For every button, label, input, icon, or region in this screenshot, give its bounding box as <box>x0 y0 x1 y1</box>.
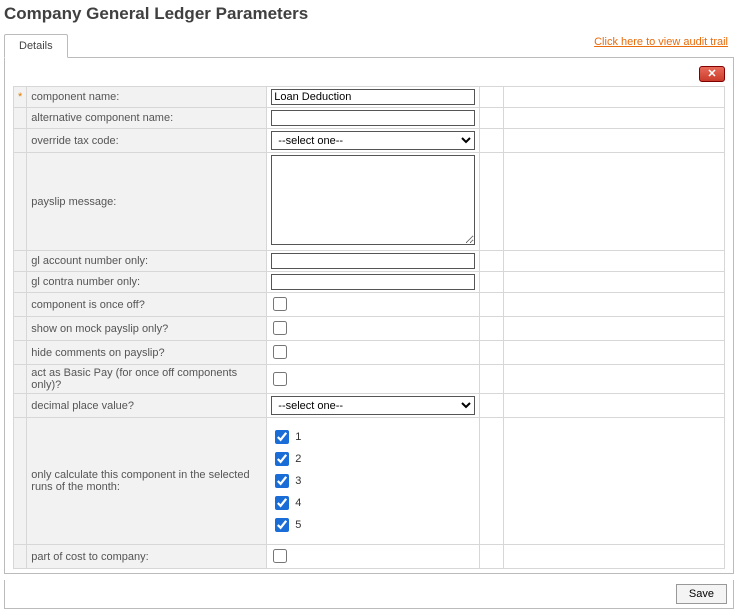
run-3: 3 <box>273 472 473 490</box>
page-title: Company General Ledger Parameters <box>0 0 738 32</box>
run-5: 5 <box>273 516 473 534</box>
run-1: 1 <box>273 428 473 446</box>
gl-account-label: gl account number only: <box>27 251 267 272</box>
decimal-select[interactable]: --select one-- <box>271 396 475 415</box>
alt-component-name-input[interactable] <box>271 110 475 126</box>
gl-account-input[interactable] <box>271 253 475 269</box>
run-4-label: 4 <box>295 497 301 509</box>
tab-bar: Details Click here to view audit trail <box>4 32 734 58</box>
run-1-label: 1 <box>295 431 301 443</box>
component-name-label: component name: <box>27 87 267 108</box>
run-4-checkbox[interactable] <box>275 496 289 510</box>
once-off-label: component is once off? <box>27 293 267 317</box>
gl-contra-input[interactable] <box>271 274 475 290</box>
override-tax-code-label: override tax code: <box>27 129 267 153</box>
audit-trail-link[interactable]: Click here to view audit trail <box>594 36 728 48</box>
run-5-label: 5 <box>295 519 301 531</box>
tab-details[interactable]: Details <box>4 34 68 58</box>
form-table: * component name: alternative component … <box>13 86 725 569</box>
runs-label: only calculate this component in the sel… <box>27 418 267 545</box>
basic-pay-label: act as Basic Pay (for once off component… <box>27 365 267 394</box>
run-3-label: 3 <box>295 475 301 487</box>
mock-payslip-checkbox[interactable] <box>273 321 287 335</box>
override-tax-code-select[interactable]: --select one-- <box>271 131 475 150</box>
gl-contra-label: gl contra number only: <box>27 272 267 293</box>
footer-bar: Save <box>4 580 734 609</box>
cost-to-company-label: part of cost to company: <box>27 545 267 569</box>
run-2-checkbox[interactable] <box>275 452 289 466</box>
decimal-label: decimal place value? <box>27 394 267 418</box>
once-off-checkbox[interactable] <box>273 297 287 311</box>
close-icon[interactable]: ✕ <box>699 66 725 82</box>
required-mark: * <box>14 87 27 108</box>
basic-pay-checkbox[interactable] <box>273 372 287 386</box>
payslip-message-textarea[interactable] <box>271 155 475 245</box>
runs-group: 1 2 3 4 5 <box>271 420 475 542</box>
cost-to-company-checkbox[interactable] <box>273 549 287 563</box>
run-4: 4 <box>273 494 473 512</box>
hide-comments-label: hide comments on payslip? <box>27 341 267 365</box>
hide-comments-checkbox[interactable] <box>273 345 287 359</box>
run-3-checkbox[interactable] <box>275 474 289 488</box>
alt-component-name-label: alternative component name: <box>27 108 267 129</box>
mock-payslip-label: show on mock payslip only? <box>27 317 267 341</box>
details-panel: ✕ * component name: alternative componen… <box>4 58 734 574</box>
run-2: 2 <box>273 450 473 468</box>
save-button[interactable]: Save <box>676 584 727 604</box>
payslip-message-label: payslip message: <box>27 153 267 251</box>
run-5-checkbox[interactable] <box>275 518 289 532</box>
run-2-label: 2 <box>295 453 301 465</box>
component-name-input[interactable] <box>271 89 475 105</box>
run-1-checkbox[interactable] <box>275 430 289 444</box>
